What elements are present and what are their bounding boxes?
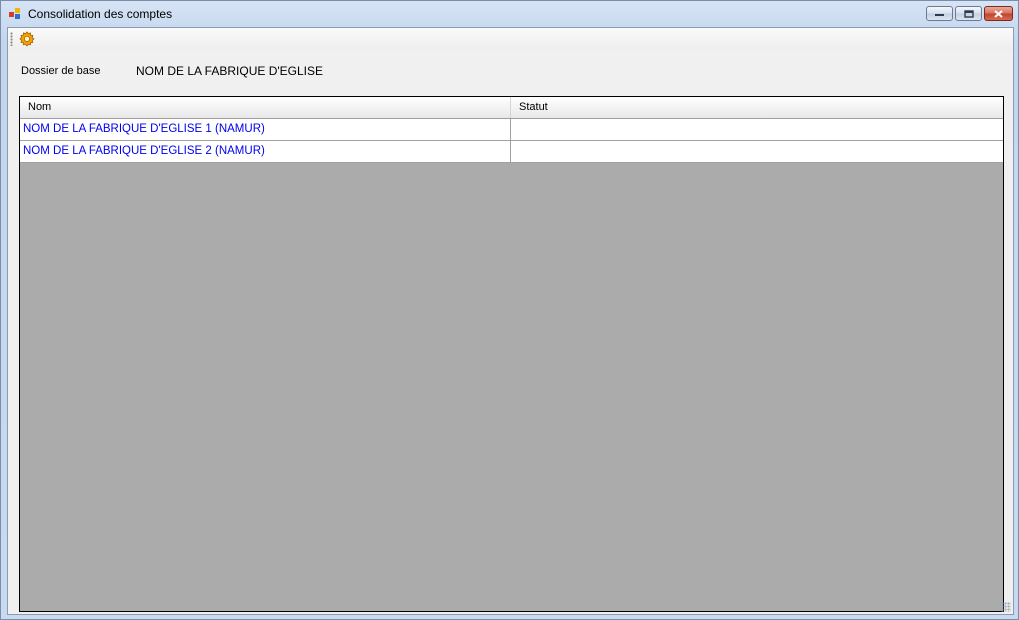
comptes-grid[interactable]: Nom Statut NOM DE LA FABRIQUE D'EGLISE 1… — [19, 96, 1004, 612]
cell-statut[interactable] — [511, 119, 1003, 140]
table-row[interactable]: NOM DE LA FABRIQUE D'EGLISE 1 (NAMUR) — [20, 119, 1003, 141]
app-form-icon[interactable] — [9, 8, 21, 20]
resize-grip[interactable] — [1001, 602, 1011, 612]
restore-icon — [963, 9, 974, 18]
window-title: Consolidation des comptes — [28, 7, 173, 21]
grid-header: Nom Statut — [20, 97, 1003, 119]
minimize-icon — [935, 13, 944, 16]
table-row[interactable]: NOM DE LA FABRIQUE D'EGLISE 2 (NAMUR) — [20, 141, 1003, 163]
settings-button[interactable] — [18, 30, 36, 48]
cell-nom[interactable]: NOM DE LA FABRIQUE D'EGLISE 2 (NAMUR) — [20, 141, 511, 162]
dossier-label: Dossier de base — [21, 65, 101, 77]
client-area: Dossier de base NOM DE LA FABRIQUE D'EGL… — [7, 27, 1014, 615]
minimize-button[interactable] — [926, 6, 953, 21]
gear-icon — [19, 31, 35, 47]
title-bar[interactable]: Consolidation des comptes — [1, 1, 1018, 27]
toolbar-grip[interactable] — [10, 32, 13, 46]
dossier-value: NOM DE LA FABRIQUE D'EGLISE — [136, 64, 324, 78]
maximize-button[interactable] — [955, 6, 982, 21]
cell-nom[interactable]: NOM DE LA FABRIQUE D'EGLISE 1 (NAMUR) — [20, 119, 511, 140]
close-icon — [994, 9, 1003, 18]
cell-statut[interactable] — [511, 141, 1003, 162]
close-button[interactable] — [984, 6, 1013, 21]
column-header-statut[interactable]: Statut — [511, 97, 1003, 118]
toolbar — [8, 28, 1013, 50]
column-header-nom[interactable]: Nom — [20, 97, 511, 118]
app-window: Consolidation des comptes Dossier de bas… — [0, 0, 1019, 620]
